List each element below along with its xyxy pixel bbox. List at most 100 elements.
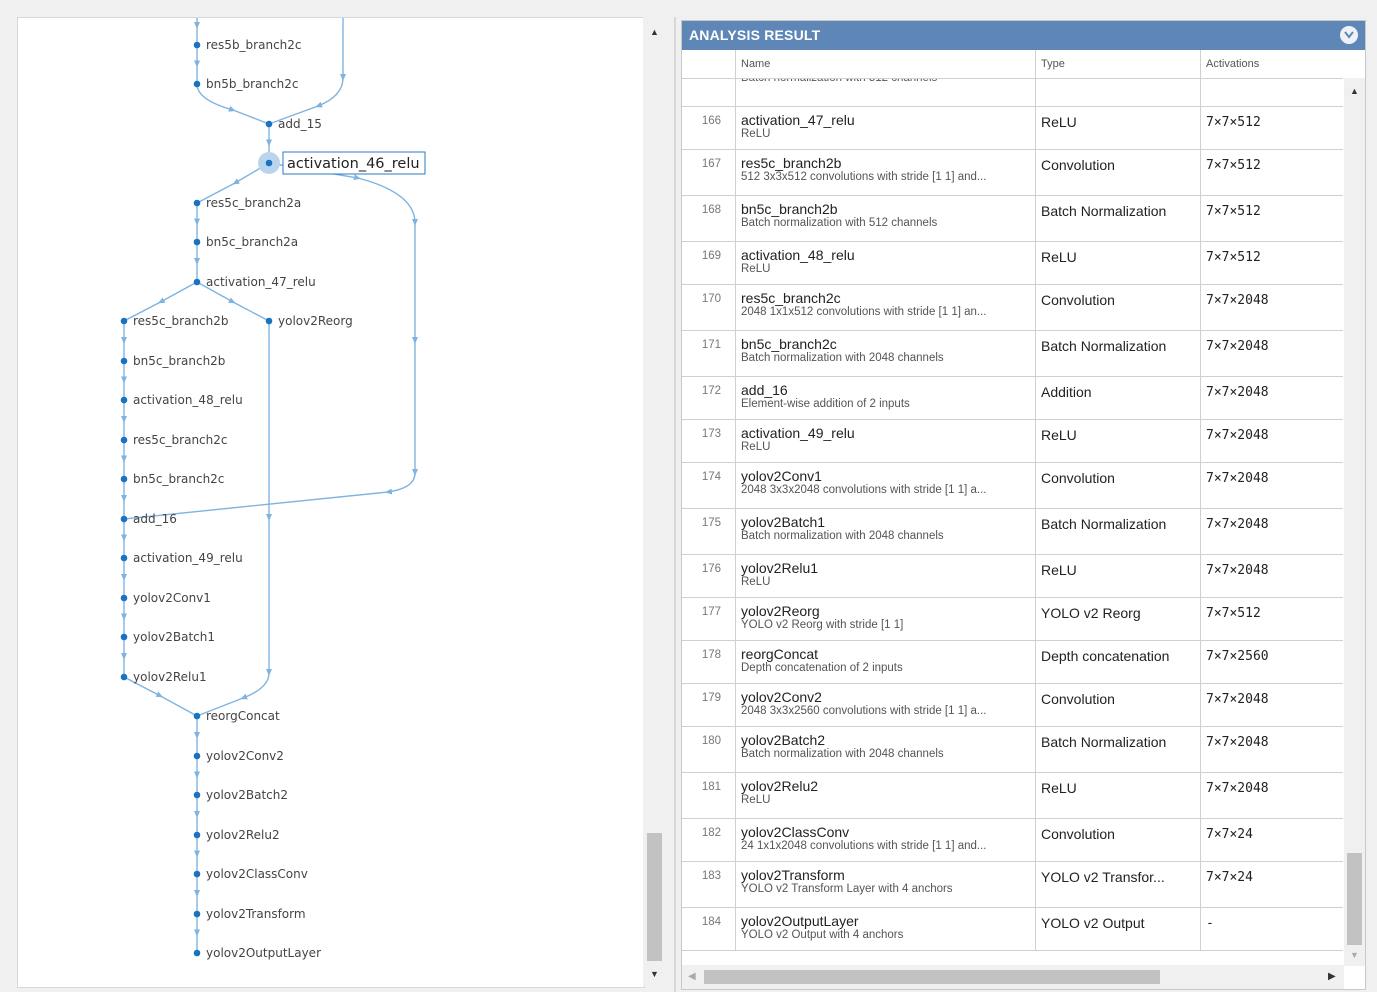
node-dot[interactable]: [120, 475, 128, 483]
node-label[interactable]: reorgConcat: [206, 709, 280, 723]
node-dot[interactable]: [193, 278, 201, 286]
node-label[interactable]: yolov2Reorg: [278, 314, 353, 328]
table-row[interactable]: 174 yolov2Conv1 2048 3x3x2048 convolutions…: [682, 463, 1343, 509]
scroll-up-icon[interactable]: ▲: [1343, 84, 1365, 98]
table-row[interactable]: 184 yolov2OutputLayer YOLO v2 Output with …: [682, 908, 1343, 951]
table-row[interactable]: 182 yolov2ClassConv 24 1x1x2048 convolutio…: [682, 819, 1343, 862]
header-type[interactable]: Type: [1035, 50, 1200, 78]
node-label[interactable]: res5b_branch2c: [206, 38, 302, 52]
node-label[interactable]: bn5c_branch2c: [133, 472, 224, 486]
graph-node-res5c-branch2b[interactable]: res5c_branch2b: [120, 314, 229, 328]
node-label[interactable]: yolov2Batch1: [133, 630, 215, 644]
node-dot[interactable]: [120, 673, 128, 681]
node-dot[interactable]: [193, 870, 201, 878]
node-label[interactable]: yolov2ClassConv: [206, 867, 308, 881]
node-label[interactable]: res5c_branch2b: [133, 314, 229, 328]
graph-node-yolov2conv2[interactable]: yolov2Conv2: [193, 749, 284, 763]
graph-node-res5c-branch2a[interactable]: res5c_branch2a: [193, 196, 302, 210]
node-label[interactable]: activation_49_relu: [133, 551, 243, 565]
table-row[interactable]: 175 yolov2Batch1 Batch normalization with …: [682, 509, 1343, 555]
graph-node-bn5c-branch2a[interactable]: bn5c_branch2a: [193, 235, 298, 249]
node-label[interactable]: res5c_branch2c: [133, 433, 227, 447]
node-dot[interactable]: [120, 317, 128, 325]
scroll-left-icon[interactable]: ◀: [688, 971, 696, 982]
graph-node-reorgconcat[interactable]: reorgConcat: [193, 709, 280, 723]
node-label[interactable]: yolov2Batch2: [206, 788, 288, 802]
node-dot[interactable]: [120, 515, 128, 523]
table-vertical-scrollbar[interactable]: ▲ ▼: [1344, 78, 1365, 966]
graph-node-activation-48-relu[interactable]: activation_48_relu: [120, 393, 243, 407]
table-row[interactable]: 177 yolov2Reorg YOLO v2 Reorg with stride …: [682, 598, 1343, 641]
graph-node-res5b-branch2c[interactable]: res5b_branch2c: [193, 38, 302, 52]
node-dot[interactable]: [193, 712, 201, 720]
node-label[interactable]: activation_46_relu: [287, 156, 420, 172]
scrollbar-thumb[interactable]: [647, 833, 662, 961]
graph-node-add-15[interactable]: add_15: [265, 117, 322, 131]
scroll-up-icon[interactable]: ▲: [643, 25, 666, 39]
network-graph-pane[interactable]: res5b_branch2c bn5b_branch2c add_15activat…: [17, 17, 645, 988]
graph-node-activation-46-relu[interactable]: activation_46_relu: [258, 151, 426, 175]
node-label[interactable]: bn5c_branch2b: [133, 354, 225, 368]
node-dot[interactable]: [120, 396, 128, 404]
node-label[interactable]: yolov2Transform: [206, 907, 306, 921]
node-dot[interactable]: [265, 120, 273, 128]
node-dot[interactable]: [120, 594, 128, 602]
table-row[interactable]: 173 activation_49_relu ReLU ReLU 7×7×2048: [682, 420, 1343, 463]
table-row[interactable]: 166 activation_47_relu ReLU ReLU 7×7×512: [682, 107, 1343, 150]
table-row[interactable]: 178 reorgConcat Depth concatenation of 2 i…: [682, 641, 1343, 684]
node-dot[interactable]: [265, 317, 273, 325]
node-dot[interactable]: [120, 436, 128, 444]
graph-node-bn5b-branch2c[interactable]: bn5b_branch2c: [193, 77, 299, 91]
graph-node-res5c-branch2c[interactable]: res5c_branch2c: [120, 433, 228, 447]
graph-node-yolov2reorg[interactable]: yolov2Reorg: [265, 314, 353, 328]
chevron-down-circle-icon[interactable]: [1340, 26, 1358, 44]
node-dot[interactable]: [120, 633, 128, 641]
scroll-right-icon[interactable]: ▶: [1328, 971, 1336, 982]
pane-divider[interactable]: [674, 17, 676, 992]
graph-node-yolov2transform[interactable]: yolov2Transform: [193, 907, 306, 921]
scrollbar-thumb[interactable]: [1347, 853, 1362, 945]
graph-node-yolov2batch1[interactable]: yolov2Batch1: [120, 630, 215, 644]
scrollbar-thumb[interactable]: [704, 970, 1160, 984]
scroll-down-icon[interactable]: ▼: [1343, 948, 1365, 962]
node-dot[interactable]: [193, 752, 201, 760]
node-dot[interactable]: [193, 831, 201, 839]
table-row[interactable]: 181 yolov2Relu2 ReLU ReLU 7×7×2048: [682, 773, 1343, 819]
node-dot[interactable]: [193, 41, 201, 49]
graph-node-yolov2outputlayer[interactable]: yolov2OutputLayer: [193, 946, 321, 960]
table-row[interactable]: 168 bn5c_branch2b Batch normalization with…: [682, 196, 1343, 242]
table-row[interactable]: 172 add_16 Element-wise addition of 2 inpu…: [682, 377, 1343, 420]
node-label[interactable]: activation_48_relu: [133, 393, 243, 407]
node-label[interactable]: add_16: [133, 512, 177, 526]
node-dot[interactable]: [265, 159, 273, 167]
graph-node-activation-47-relu[interactable]: activation_47_relu: [193, 275, 316, 289]
layer-graph[interactable]: res5b_branch2c bn5b_branch2c add_15activat…: [18, 18, 644, 987]
table-row[interactable]: 167 res5c_branch2b 512 3x3x512 convolution…: [682, 150, 1343, 196]
header-activations[interactable]: Activations: [1200, 50, 1343, 78]
table-row[interactable]: 176 yolov2Relu1 ReLU ReLU 7×7×2048: [682, 555, 1343, 598]
graph-node-yolov2relu2[interactable]: yolov2Relu2: [193, 828, 280, 842]
node-label[interactable]: yolov2OutputLayer: [206, 946, 321, 960]
node-label[interactable]: yolov2Conv1: [133, 591, 211, 605]
node-dot[interactable]: [120, 554, 128, 562]
node-dot[interactable]: [193, 791, 201, 799]
table-horizontal-scrollbar[interactable]: ◀ ▶: [682, 965, 1344, 989]
graph-node-activation-49-relu[interactable]: activation_49_relu: [120, 551, 243, 565]
graph-node-bn5c-branch2b[interactable]: bn5c_branch2b: [120, 354, 226, 368]
graph-node-yolov2conv1[interactable]: yolov2Conv1: [120, 591, 211, 605]
graph-vertical-scrollbar[interactable]: ▲ ▼: [643, 17, 666, 986]
table-row[interactable]: 171 bn5c_branch2c Batch normalization with…: [682, 331, 1343, 377]
scroll-down-icon[interactable]: ▼: [643, 967, 666, 981]
graph-node-yolov2classconv[interactable]: yolov2ClassConv: [193, 867, 308, 881]
graph-node-yolov2relu1[interactable]: yolov2Relu1: [120, 670, 207, 684]
node-dot[interactable]: [193, 949, 201, 957]
table-row[interactable]: 179 yolov2Conv2 2048 3x3x2560 convolutions…: [682, 684, 1343, 727]
graph-node-yolov2batch2[interactable]: yolov2Batch2: [193, 788, 288, 802]
node-label[interactable]: yolov2Relu2: [206, 828, 280, 842]
table-row[interactable]: 183 yolov2Transform YOLO v2 Transform Laye…: [682, 862, 1343, 908]
node-dot[interactable]: [193, 238, 201, 246]
node-label[interactable]: res5c_branch2a: [206, 196, 301, 210]
node-dot[interactable]: [120, 357, 128, 365]
node-label[interactable]: yolov2Conv2: [206, 749, 284, 763]
graph-node-bn5c-branch2c[interactable]: bn5c_branch2c: [120, 472, 225, 486]
